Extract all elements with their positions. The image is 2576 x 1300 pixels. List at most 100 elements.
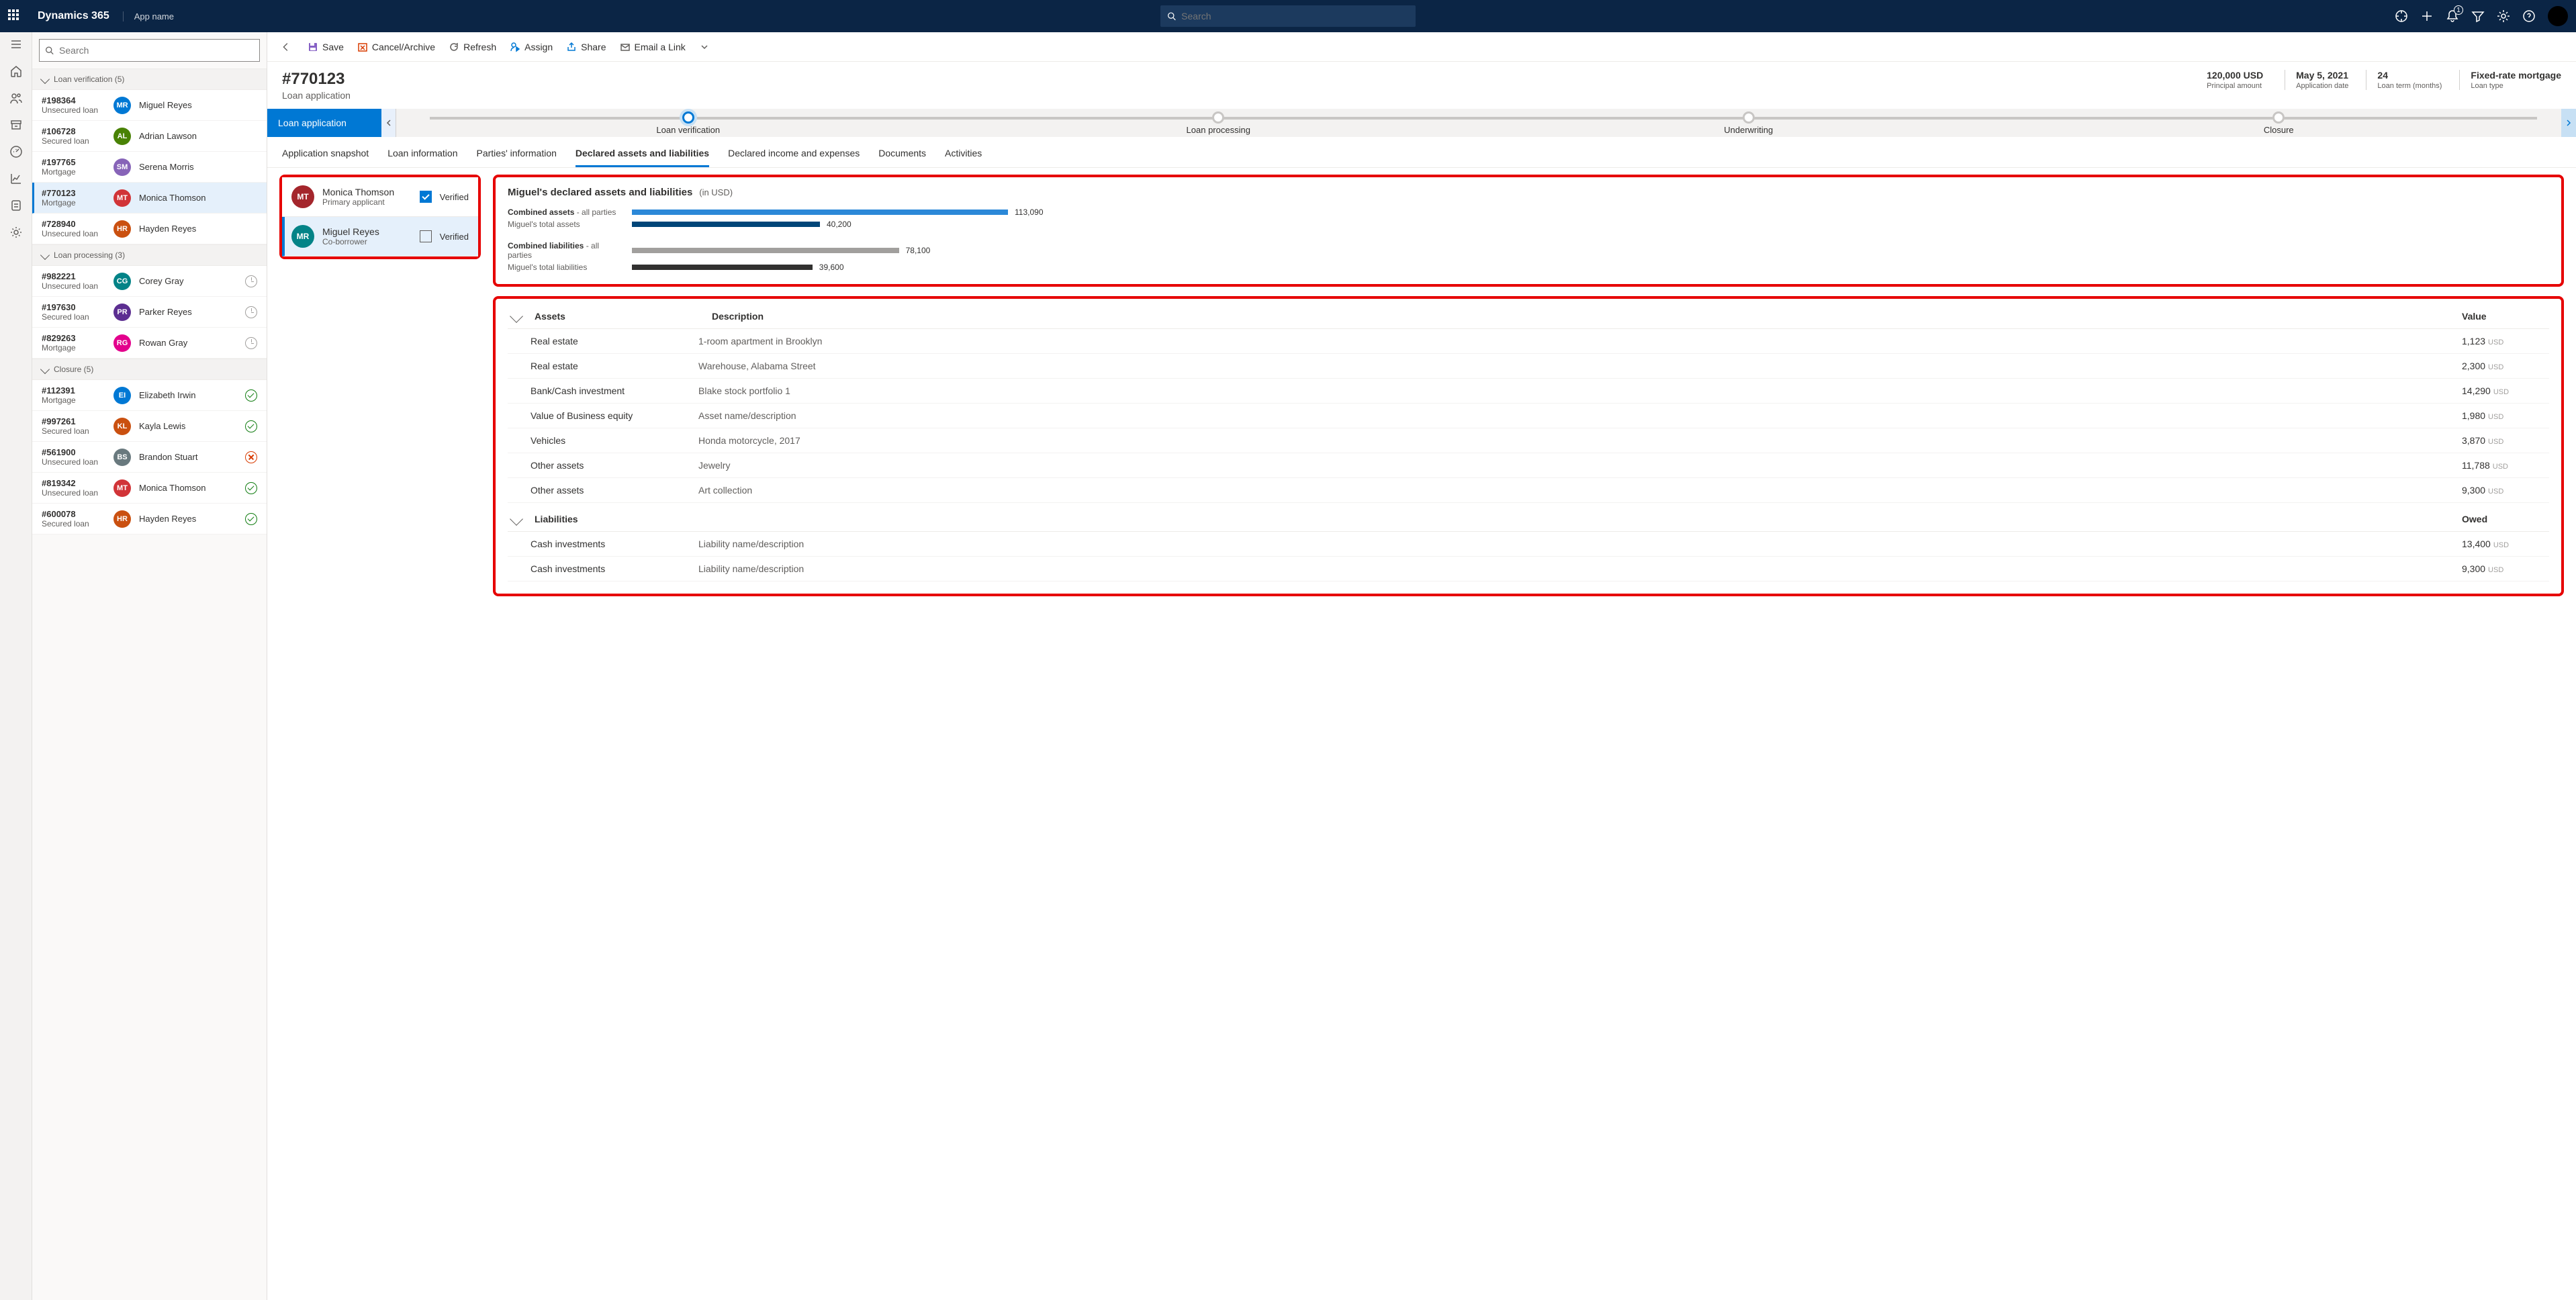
table-row[interactable]: Real estateWarehouse, Alabama Street2,30… xyxy=(508,354,2549,379)
email-link-button[interactable]: Email a Link xyxy=(620,42,686,52)
bar-group: Combined assets - all parties113,090Migu… xyxy=(508,207,2549,229)
chevron-down-icon[interactable] xyxy=(510,512,523,526)
app-launcher-icon[interactable] xyxy=(8,9,21,23)
tab-application-snapshot[interactable]: Application snapshot xyxy=(282,141,369,167)
assign-button[interactable]: Assign xyxy=(510,42,553,52)
check-icon xyxy=(245,482,257,494)
list-search-box[interactable] xyxy=(39,39,260,62)
list-search-input[interactable] xyxy=(59,45,254,56)
global-search[interactable] xyxy=(1160,5,1416,27)
list-item[interactable]: #982221Unsecured loanCGCorey Gray xyxy=(32,266,267,297)
party-row[interactable]: MTMonica ThomsonPrimary applicantVerifie… xyxy=(282,177,478,217)
bar-group: Combined liabilities - all parties78,100… xyxy=(508,241,2549,272)
dashboard-icon[interactable] xyxy=(9,145,23,158)
menu-icon[interactable] xyxy=(9,38,23,51)
tab-declared-income-and-expenses[interactable]: Declared income and expenses xyxy=(728,141,860,167)
record-body: MTMonica ThomsonPrimary applicantVerifie… xyxy=(267,168,2576,1300)
verified-checkbox[interactable] xyxy=(420,230,432,242)
stage-next-button[interactable] xyxy=(2561,109,2576,137)
stage-underwriting[interactable]: Underwriting xyxy=(1483,111,2014,135)
gear-icon[interactable] xyxy=(9,226,23,239)
record-list-pane: Loan verification (5)#198364Unsecured lo… xyxy=(32,32,267,1300)
notification-icon[interactable]: 1 xyxy=(2446,9,2459,23)
list-item[interactable]: #770123MortgageMTMonica Thomson xyxy=(32,183,267,214)
record-header: #770123 Loan application 120,000 USDPrin… xyxy=(267,62,2576,103)
list-item[interactable]: #728940Unsecured loanHRHayden Reyes xyxy=(32,214,267,244)
list-item[interactable]: #197765MortgageSMSerena Morris xyxy=(32,152,267,183)
home-icon[interactable] xyxy=(9,64,23,78)
tab-parties-information[interactable]: Parties' information xyxy=(477,141,557,167)
user-avatar[interactable] xyxy=(2548,6,2568,26)
tab-activities[interactable]: Activities xyxy=(945,141,982,167)
table-row[interactable]: Cash investmentsLiability name/descripti… xyxy=(508,532,2549,557)
avatar: AL xyxy=(113,128,131,145)
list-group-header[interactable]: Loan verification (5) xyxy=(32,68,267,90)
record-title: #770123 xyxy=(282,70,351,89)
more-commands[interactable] xyxy=(699,42,710,52)
stage-current-label[interactable]: Loan application xyxy=(267,109,381,137)
table-row[interactable]: Bank/Cash investmentBlake stock portfoli… xyxy=(508,379,2549,404)
brand-label: Dynamics 365 xyxy=(38,10,109,22)
list-item[interactable]: #819342Unsecured loanMTMonica Thomson xyxy=(32,473,267,504)
add-icon[interactable] xyxy=(2420,9,2434,23)
refresh-button[interactable]: Refresh xyxy=(449,42,496,52)
stage-closure[interactable]: Closure xyxy=(2014,111,2544,135)
list-item[interactable]: #198364Unsecured loanMRMiguel Reyes xyxy=(32,90,267,121)
stage-loan-processing[interactable]: Loan processing xyxy=(954,111,1484,135)
target-icon[interactable] xyxy=(2395,9,2408,23)
list-item[interactable]: #112391MortgageEIElizabeth Irwin xyxy=(32,380,267,411)
clock-icon xyxy=(245,337,257,349)
chevron-down-icon[interactable] xyxy=(510,310,523,323)
avatar: MR xyxy=(113,97,131,114)
assets-header[interactable]: Assets Description Value xyxy=(508,304,2549,329)
list-group-header[interactable]: Loan processing (3) xyxy=(32,244,267,266)
avatar: HR xyxy=(113,220,131,238)
list-item[interactable]: #997261Secured loanKLKayla Lewis xyxy=(32,411,267,442)
table-row[interactable]: Value of Business equityAsset name/descr… xyxy=(508,404,2549,428)
list-item[interactable]: #829263MortgageRGRowan Gray xyxy=(32,328,267,359)
filter-icon[interactable] xyxy=(2471,9,2485,23)
chart-icon[interactable] xyxy=(9,172,23,185)
avatar: BS xyxy=(113,449,131,466)
stage-collapse-button[interactable] xyxy=(381,109,396,137)
share-button[interactable]: Share xyxy=(566,42,606,52)
left-nav-rail xyxy=(0,32,32,1300)
list-group-header[interactable]: Closure (5) xyxy=(32,359,267,380)
table-row[interactable]: Other assetsJewelry11,788USD xyxy=(508,453,2549,478)
bar-row: Combined liabilities - all parties78,100 xyxy=(508,241,2549,260)
tab-documents[interactable]: Documents xyxy=(878,141,926,167)
list-item[interactable]: #197630Secured loanPRParker Reyes xyxy=(32,297,267,328)
liabilities-header[interactable]: Liabilities Owed xyxy=(508,507,2549,532)
table-row[interactable]: Real estate1-room apartment in Brooklyn1… xyxy=(508,329,2549,354)
bar-row: Combined assets - all parties113,090 xyxy=(508,207,2549,217)
list-item[interactable]: #600078Secured loanHRHayden Reyes xyxy=(32,504,267,535)
bar xyxy=(632,248,899,253)
verified-checkbox[interactable] xyxy=(420,191,432,203)
clock-icon xyxy=(245,306,257,318)
save-button[interactable]: Save xyxy=(308,42,344,52)
table-row[interactable]: Other assetsArt collection9,300USD xyxy=(508,478,2549,503)
back-button[interactable] xyxy=(278,39,294,55)
bar xyxy=(632,222,820,227)
tasks-icon[interactable] xyxy=(9,199,23,212)
avatar: MT xyxy=(113,189,131,207)
help-icon[interactable] xyxy=(2522,9,2536,23)
table-row[interactable]: VehiclesHonda motorcycle, 20173,870USD xyxy=(508,428,2549,453)
archive-icon[interactable] xyxy=(9,118,23,132)
chevron-down-icon xyxy=(40,250,50,260)
parties-panel: MTMonica ThomsonPrimary applicantVerifie… xyxy=(279,175,481,259)
list-item[interactable]: #106728Secured loanALAdrian Lawson xyxy=(32,121,267,152)
party-row[interactable]: MRMiguel ReyesCo-borrowerVerified xyxy=(282,217,478,257)
kpi: Fixed-rate mortgageLoan type xyxy=(2459,70,2561,90)
tab-loan-information[interactable]: Loan information xyxy=(387,141,457,167)
global-search-input[interactable] xyxy=(1181,11,1409,21)
stage-loan-verification[interactable]: Loan verification xyxy=(423,111,954,135)
record-subtitle: Loan application xyxy=(282,90,351,101)
record-tabs: Application snapshot Loan information Part… xyxy=(267,141,2576,168)
cancel-archive-button[interactable]: Cancel/Archive xyxy=(357,42,435,52)
settings-icon[interactable] xyxy=(2497,9,2510,23)
people-icon[interactable] xyxy=(9,91,23,105)
tab-declared-assets-and-liabilities[interactable]: Declared assets and liabilities xyxy=(576,141,709,167)
table-row[interactable]: Cash investmentsLiability name/descripti… xyxy=(508,557,2549,582)
list-item[interactable]: #561900Unsecured loanBSBrandon Stuart xyxy=(32,442,267,473)
